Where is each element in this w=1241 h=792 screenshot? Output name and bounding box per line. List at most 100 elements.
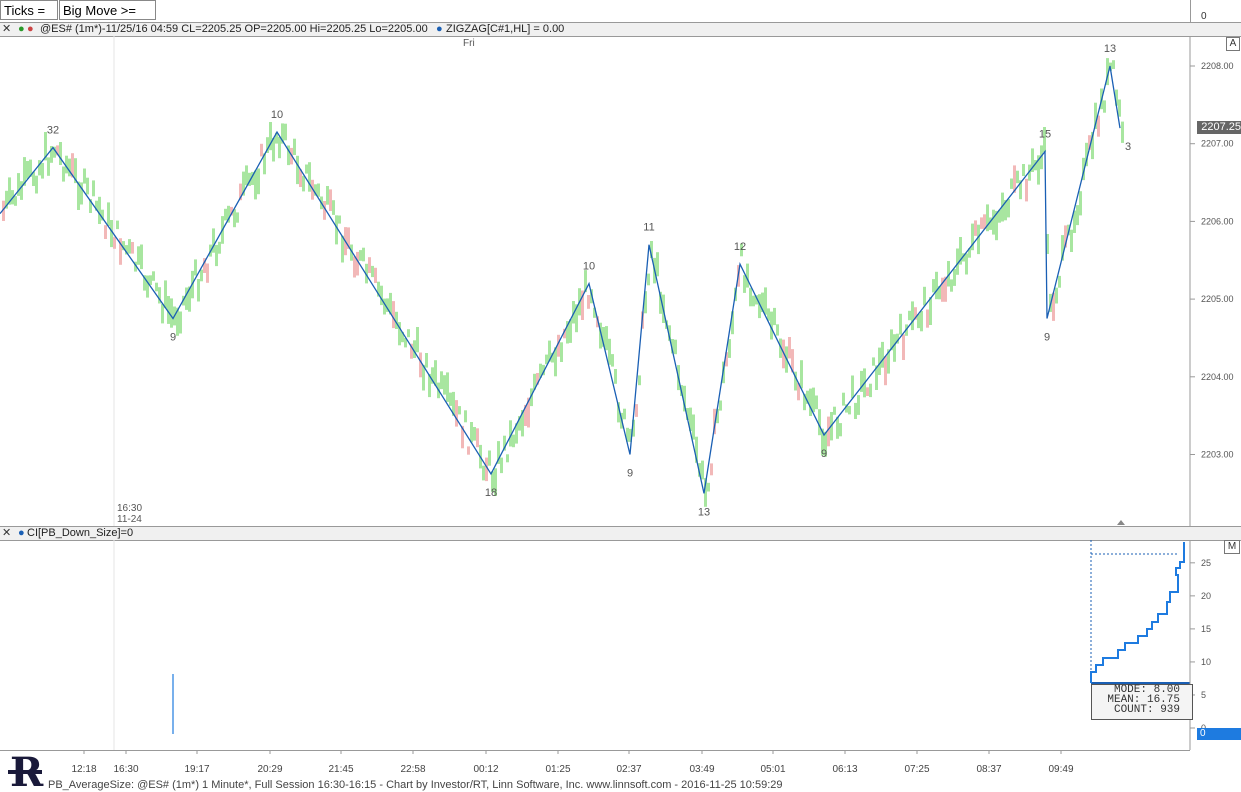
price-bar (728, 339, 731, 358)
y-tick-label: 5 (1201, 690, 1206, 700)
footer-caption: PB_AverageSize: @ES# (1m*) 1 Minute*, Fu… (48, 779, 783, 791)
bigmove-setting[interactable]: Big Move >= 16 (59, 0, 156, 38)
price-bar (170, 298, 173, 328)
lower-indicator-info[interactable]: CI[PB_Down_Size]=0 (27, 527, 133, 540)
ticks-setting[interactable]: Ticks = 8 (0, 0, 58, 38)
price-bar (473, 427, 476, 441)
price-bar (233, 209, 236, 228)
price-chart[interactable]: 32 9 10 18 10 9 11 13 12 9 15 9 13 3 2208.00 2207.00 22… (0, 36, 1241, 526)
price-bar (443, 375, 446, 395)
zigzag-count-label: 18 (485, 487, 497, 499)
x-tick-label: 12:18 (71, 764, 96, 775)
x-tick-label: 07:25 (904, 764, 929, 775)
indicator-info[interactable]: ZIGZAG[C#1,HL] = 0.00 (446, 23, 564, 36)
price-bar (446, 372, 449, 402)
stat-count: COUNT: 939 (1113, 704, 1180, 716)
price-bar (851, 375, 854, 399)
price-bar (206, 263, 209, 283)
price-bar (1118, 99, 1121, 117)
scale-mode-button[interactable]: M (1224, 540, 1240, 554)
price-bar (374, 267, 377, 283)
close-icon[interactable]: ✕ (2, 527, 12, 539)
price-bar (488, 450, 491, 466)
price-bar (1070, 229, 1073, 252)
price-bar (893, 334, 896, 362)
x-tick-label: 19:17 (184, 764, 209, 775)
zero-value-tag: 0 (1197, 728, 1241, 740)
price-bar (419, 352, 422, 378)
price-bar (674, 339, 677, 355)
price-bar (26, 161, 29, 179)
price-bar (434, 360, 437, 386)
x-tick-label: 21:45 (328, 764, 353, 775)
price-bar (257, 168, 260, 195)
price-bar (848, 405, 851, 415)
price-bar (1007, 199, 1010, 218)
price-bar (467, 446, 470, 455)
price-bar (512, 434, 515, 448)
session-date: 11-24 (117, 514, 142, 525)
price-bar (113, 237, 116, 249)
price-bar (773, 307, 776, 326)
price-bar (128, 239, 131, 254)
price-bar (476, 428, 479, 448)
close-icon[interactable]: ✕ (2, 23, 12, 35)
y-tick-label: 2203.00 (1201, 450, 1234, 460)
price-bar (116, 220, 119, 230)
price-bar (908, 310, 911, 321)
time-axis[interactable]: 12:18 16:30 19:17 20:29 21:45 22:58 00:12 01:25… (0, 750, 1241, 776)
price-bar (950, 279, 953, 292)
price-bar (200, 269, 203, 282)
price-bar (215, 244, 218, 267)
price-bar (932, 279, 935, 293)
autoscale-button[interactable]: A (1226, 37, 1240, 51)
price-bar (140, 244, 143, 270)
price-bar (458, 406, 461, 415)
x-tick-label: 03:49 (689, 764, 714, 775)
price-bar (440, 371, 443, 390)
price-bar (929, 297, 932, 325)
investor-rt-logo: R (8, 752, 44, 790)
histogram-pane[interactable]: 25 20 15 10 5 0 (0, 540, 1241, 750)
price-bar (161, 303, 164, 324)
price-bar (341, 235, 344, 263)
price-bar (470, 422, 473, 443)
price-bar (965, 253, 968, 275)
price-bar (185, 287, 188, 310)
price-bar (980, 217, 983, 229)
price-bar (854, 402, 857, 419)
price-bar (131, 242, 134, 254)
price-bar (1022, 164, 1025, 176)
indicator-dot-icon: ● (436, 23, 443, 35)
zigzag-labels: 32 9 10 18 10 9 11 13 12 9 15 9 13 3 (47, 43, 1131, 518)
main-pane-header: ✕ ● ● @ES# (1m*)-11/25/16 04:59 CL=2205.… (0, 22, 1241, 37)
price-bar (236, 212, 239, 223)
price-bar (1112, 60, 1115, 69)
price-bar (878, 347, 881, 375)
price-bar (1058, 275, 1061, 288)
price-bar (614, 369, 617, 384)
price-bar (455, 400, 458, 427)
y-tick-label: 2205.00 (1201, 294, 1234, 304)
zigzag-count-label: 10 (583, 261, 595, 273)
y-tick-label: 15 (1201, 624, 1211, 634)
price-bar (857, 395, 860, 415)
price-bar (302, 175, 305, 192)
price-bar (1010, 178, 1013, 189)
price-bar (104, 225, 107, 239)
price-bar (1079, 191, 1082, 216)
price-bar (362, 247, 365, 262)
price-bar (881, 341, 884, 368)
y-tick-label: 2204.00 (1201, 372, 1234, 382)
x-tick-label: 06:13 (832, 764, 857, 775)
price-bar (899, 313, 902, 335)
symbol-status-icon: ● (18, 23, 25, 35)
price-bar (62, 166, 65, 182)
zigzag-count-label: 9 (1044, 332, 1050, 344)
price-bar (47, 157, 50, 176)
price-bar (812, 387, 815, 413)
price-bar (380, 285, 383, 306)
scroll-marker-icon[interactable] (1117, 520, 1125, 525)
price-bar (305, 164, 308, 174)
price-bar (818, 409, 821, 436)
